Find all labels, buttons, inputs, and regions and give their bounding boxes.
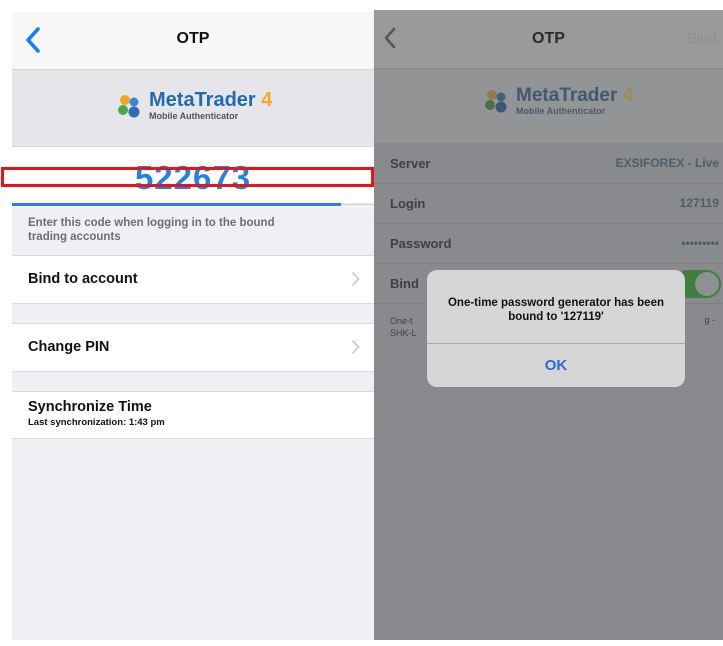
otp-validity-progress-fill bbox=[12, 203, 342, 206]
bind-nav-button[interactable]: Bind bbox=[687, 30, 717, 47]
logo-name: MetaTrader bbox=[516, 85, 618, 106]
page-title: OTP bbox=[532, 30, 565, 47]
server-row[interactable]: Server EXSIFOREX - Live bbox=[374, 144, 723, 184]
logo-subtitle: Mobile Authenticator bbox=[516, 106, 606, 116]
logo-version: 4 bbox=[261, 89, 273, 111]
chevron-right-icon bbox=[351, 339, 360, 355]
bound-alert-dialog: One-time password generator has been bou… bbox=[427, 270, 685, 387]
dialog-divider bbox=[427, 343, 685, 344]
otp-bind-screen: OTP Bind MetaTrader 4 Mobile Authenticat… bbox=[374, 10, 723, 640]
metatrader-logo: MetaTrader 4 Mobile Authenticator bbox=[115, 90, 272, 121]
otp-validity-progress bbox=[12, 203, 374, 206]
dialog-message: One-time password generator has been bou… bbox=[447, 297, 664, 323]
login-value: 127119 bbox=[679, 196, 719, 210]
last-sync-label: Last synchronization: 1:43 pm bbox=[28, 417, 165, 428]
bind-description-line-2: SHK-L bbox=[390, 328, 417, 338]
metatrader-figures-icon bbox=[485, 90, 507, 113]
server-label: Server bbox=[390, 156, 431, 171]
password-label: Password bbox=[390, 236, 452, 251]
login-row[interactable]: Login 127119 bbox=[374, 184, 723, 224]
logo-banner: MetaTrader 4 Mobile Authenticator bbox=[12, 70, 374, 147]
logo-version: 4 bbox=[622, 85, 634, 106]
synchronize-time-label: Synchronize Time bbox=[28, 399, 152, 415]
otp-screen: OTP MetaTrader 4 Mobile Authenticator 52… bbox=[12, 12, 374, 640]
navigation-bar: OTP bbox=[12, 12, 374, 70]
chevron-right-icon bbox=[351, 271, 360, 287]
logo-name: MetaTrader bbox=[149, 89, 256, 111]
bind-description-tail: g - bbox=[704, 315, 715, 325]
toggle-knob bbox=[695, 272, 719, 296]
password-value: ••••••••• bbox=[681, 236, 719, 250]
change-pin-row[interactable]: Change PIN bbox=[12, 323, 374, 372]
login-label: Login bbox=[390, 196, 426, 211]
navigation-bar: OTP Bind bbox=[374, 10, 723, 68]
logo-subtitle: Mobile Authenticator bbox=[149, 111, 239, 121]
highlight-box bbox=[1, 167, 374, 187]
metatrader-figures-icon bbox=[118, 94, 140, 117]
bind-description-line-1: One-t bbox=[390, 316, 413, 326]
otp-hint-text: Enter this code when logging in to the b… bbox=[28, 217, 275, 243]
bind-label: Bind bbox=[390, 276, 419, 291]
bind-to-account-row[interactable]: Bind to account bbox=[12, 255, 374, 304]
server-value: EXSIFOREX - Live bbox=[615, 156, 719, 170]
change-pin-label: Change PIN bbox=[28, 339, 110, 355]
synchronize-time-row[interactable]: Synchronize Time Last synchronization: 1… bbox=[12, 391, 374, 439]
metatrader-logo: MetaTrader 4 Mobile Authenticator bbox=[482, 86, 633, 116]
page-title: OTP bbox=[176, 30, 210, 47]
password-row[interactable]: Password ••••••••• bbox=[374, 224, 723, 264]
ok-button[interactable]: OK bbox=[427, 357, 685, 374]
logo-banner: MetaTrader 4 Mobile Authenticator bbox=[374, 69, 723, 143]
bind-to-account-label: Bind to account bbox=[28, 271, 138, 287]
bind-description: One-t SHK-L bbox=[390, 315, 417, 339]
